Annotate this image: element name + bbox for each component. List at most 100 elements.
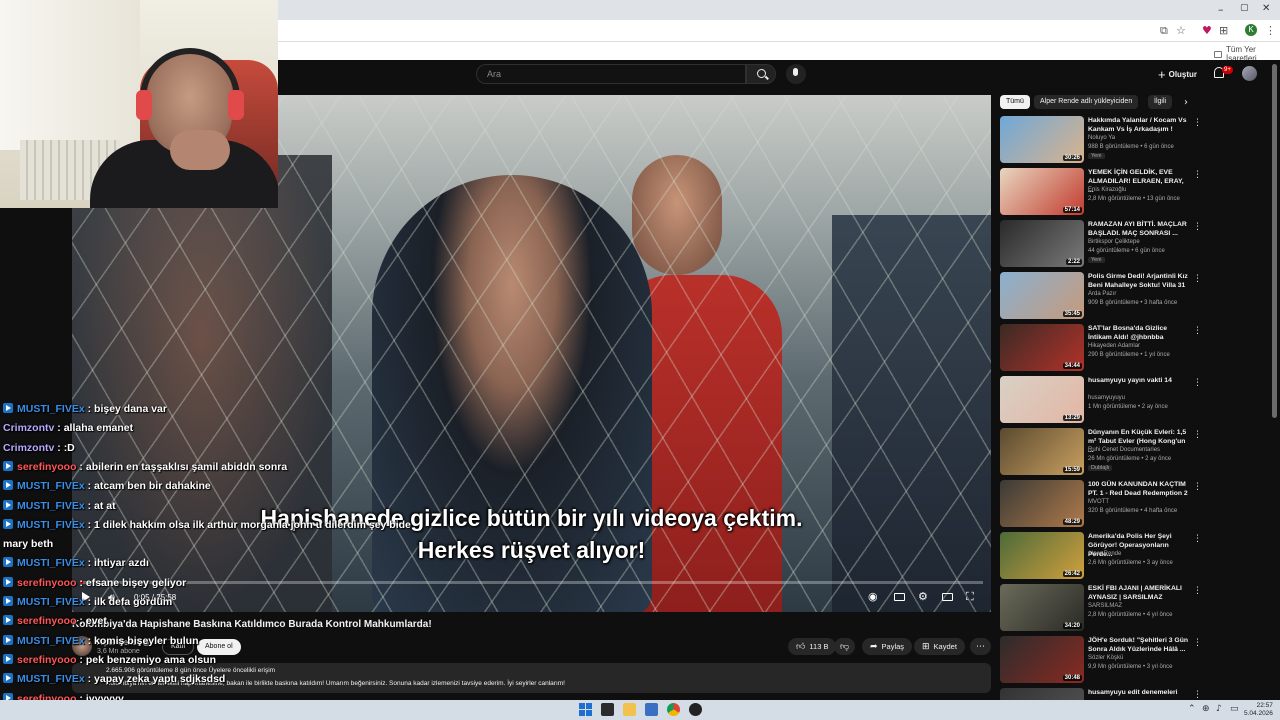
recommendation-title[interactable]: ESKİ FBI AJANI | AMERİKALI AYNASIZ | SAR… xyxy=(1088,584,1188,602)
recommendation-item[interactable]: 30:48 JÖH'e Sorduk! "Şehitleri 3 Gün Sonr… xyxy=(1000,636,1202,684)
video-thumbnail[interactable]: 26:42 xyxy=(1000,532,1084,579)
recommendation-channel[interactable]: SARSILMAZ xyxy=(1088,603,1122,609)
video-thumbnail[interactable]: 30:48 xyxy=(1000,636,1084,683)
more-vertical-icon[interactable]: ⋮ xyxy=(1193,378,1202,388)
search-button[interactable] xyxy=(746,64,776,84)
platform-icon xyxy=(3,673,13,684)
chip-related[interactable]: İlgili xyxy=(1148,95,1173,109)
voice-search-icon[interactable] xyxy=(786,64,806,84)
store-icon[interactable] xyxy=(645,703,658,716)
video-thumbnail[interactable]: 48:29 xyxy=(1000,480,1084,527)
video-thumbnail[interactable]: 13:29 xyxy=(1000,376,1084,423)
recommendation-item[interactable]: 15:59 Dünyanın En Küçük Evleri: 1,5 m² Ta… xyxy=(1000,428,1202,476)
more-vertical-icon[interactable]: ⋮ xyxy=(1193,222,1202,232)
recommendation-item[interactable]: 57:14 YEMEK İÇİN GELDİK, EVE ALMADILAR! E… xyxy=(1000,168,1202,216)
video-thumbnail[interactable]: 35:45 xyxy=(1000,272,1084,319)
chrome-icon[interactable] xyxy=(667,703,680,716)
recommendation-channel[interactable]: Ruhi Cenet Documentaries xyxy=(1088,447,1160,453)
more-vertical-icon[interactable]: ⋮ xyxy=(1193,482,1202,492)
dislike-button[interactable]: 👎︎ xyxy=(834,638,856,655)
more-vertical-icon[interactable]: ⋮ xyxy=(1193,586,1202,596)
more-vertical-icon[interactable]: ⋮ xyxy=(1193,430,1202,440)
recommendation-item[interactable]: 35:45 Polis Girme Dedi! Arjantinli Kız Be… xyxy=(1000,272,1202,320)
recommendation-title[interactable]: 100 GÜN KANUNDAN KAÇTIM PT. 1 - Red Dead… xyxy=(1088,480,1188,498)
subtitles-icon[interactable] xyxy=(894,593,905,601)
cast-icon[interactable]: ⧉ xyxy=(1160,24,1168,38)
recommendation-item[interactable]: 34:44 SAT'lar Bosna'da Gizlice İntikam Al… xyxy=(1000,324,1202,372)
recommendation-channel[interactable]: Arda Pazır xyxy=(1088,291,1116,297)
more-vertical-icon[interactable]: ⋮ xyxy=(1193,274,1202,284)
recommendation-title[interactable]: JÖH'e Sorduk! "Şehitleri 3 Gün Sonra Ald… xyxy=(1088,636,1188,654)
more-actions-button[interactable]: ⋯ xyxy=(970,638,991,655)
video-thumbnail[interactable]: 15:59 xyxy=(1000,428,1084,475)
recommendation-channel[interactable]: Alper Rende xyxy=(1088,551,1121,557)
recommendation-title[interactable]: RAMAZAN AYI BİTTİ. MAÇLAR BAŞLADI. MAÇ S… xyxy=(1088,220,1188,238)
miniplayer-icon[interactable] xyxy=(942,593,953,601)
scrollbar[interactable] xyxy=(1272,64,1277,418)
save-button[interactable]: ⊞ Kaydet xyxy=(914,638,965,655)
more-vertical-icon[interactable]: ⋮ xyxy=(1193,118,1202,128)
recommendation-channel[interactable]: Birtikspor Çeliktepe xyxy=(1088,239,1140,245)
fullscreen-icon[interactable]: ⛶ xyxy=(966,590,974,604)
more-vertical-icon[interactable]: ⋮ xyxy=(1193,170,1202,180)
account-avatar[interactable] xyxy=(1242,66,1257,81)
chip-all[interactable]: Tümü xyxy=(1000,95,1030,109)
chat-message: mary beth xyxy=(3,538,53,550)
tray-chevron-icon[interactable]: ⌃ xyxy=(1188,704,1196,714)
recommendation-title[interactable]: Hakkımda Yalanlar / Kocam Vs Kankam Vs İ… xyxy=(1088,116,1188,134)
video-thumbnail[interactable]: 30:26 xyxy=(1000,116,1084,163)
more-vertical-icon[interactable]: ⋮ xyxy=(1193,638,1202,648)
more-vertical-icon[interactable]: ⋮ xyxy=(1193,326,1202,336)
recommendation-channel[interactable]: MVOTT xyxy=(1088,499,1109,505)
clock[interactable]: 22:57 5.04.2026 xyxy=(1244,702,1273,718)
recommendation-title[interactable]: Polis Girme Dedi! Arjantinli Kız Beni Ma… xyxy=(1088,272,1188,290)
more-vertical-icon[interactable]: ⋮ xyxy=(1193,690,1202,700)
maximize-icon[interactable]: ▢ xyxy=(1240,3,1249,13)
start-windows-icon[interactable] xyxy=(579,703,592,716)
recommendation-item[interactable]: 26:42 Amerika'da Polis Her Şeyi Görüyor! … xyxy=(1000,532,1202,580)
video-thumbnail[interactable]: 34:44 xyxy=(1000,324,1084,371)
like-button[interactable]: 👍︎ 113 B xyxy=(788,638,837,655)
recommendation-title[interactable]: SAT'lar Bosna'da Gizlice İntikam Aldı! @… xyxy=(1088,324,1188,342)
recommendation-meta: 320 B görüntüleme • 4 hafta önce xyxy=(1088,508,1178,514)
recommendation-item[interactable]: 2:22 RAMAZAN AYI BİTTİ. MAÇLAR BAŞLADI. M… xyxy=(1000,220,1202,268)
recommendation-channel[interactable]: Enis Kirazoğlu xyxy=(1088,187,1126,193)
bookmark-star-icon[interactable]: ☆ xyxy=(1176,24,1186,37)
recommendation-item[interactable]: 13:29 husamyuyu yayın vakti 14 husamyuyuyu… xyxy=(1000,376,1202,424)
recommendation-title[interactable]: husamyuyu yayın vakti 14 xyxy=(1088,376,1188,385)
more-vertical-icon[interactable]: ⋮ xyxy=(1193,534,1202,544)
task-view-icon[interactable] xyxy=(601,703,614,716)
minimize-icon[interactable]: – xyxy=(1218,3,1224,16)
settings-gear-icon[interactable]: ⚙ xyxy=(918,590,928,603)
recommendation-channel[interactable]: Noluyo Ya xyxy=(1088,135,1115,141)
obs-icon[interactable] xyxy=(689,703,702,716)
share-button[interactable]: ➦ Paylaş xyxy=(862,638,913,655)
menu-dots-icon[interactable]: ⋮ xyxy=(1265,24,1276,37)
chip-uploader[interactable]: Alper Rende adlı yükleyiciden xyxy=(1034,95,1139,109)
recommendation-item[interactable]: 30:26 Hakkımda Yalanlar / Kocam Vs Kankam… xyxy=(1000,116,1202,164)
video-thumbnail[interactable]: 57:14 xyxy=(1000,168,1084,215)
file-explorer-icon[interactable] xyxy=(623,703,636,716)
battery-icon[interactable]: ▭ xyxy=(1230,704,1239,714)
recommendation-item[interactable]: 48:29 100 GÜN KANUNDAN KAÇTIM PT. 1 - Red… xyxy=(1000,480,1202,528)
chevron-right-icon[interactable]: › xyxy=(1184,97,1188,108)
network-icon[interactable]: ⊕ xyxy=(1202,704,1210,714)
autoplay-icon[interactable]: ◉ xyxy=(868,590,878,603)
extension-icon[interactable]: ♥ xyxy=(1202,24,1212,37)
video-thumbnail[interactable]: 2:22 xyxy=(1000,220,1084,267)
create-button[interactable]: + Oluştur xyxy=(1158,66,1197,82)
close-icon[interactable]: ✕ xyxy=(1262,3,1270,14)
recommendation-channel[interactable]: Sözler Köşkü xyxy=(1088,655,1123,661)
puzzle-icon[interactable]: ⊞ xyxy=(1219,24,1228,37)
recommendation-channel[interactable]: Hikayeden Adamlar xyxy=(1088,343,1140,349)
volume-tray-icon[interactable]: ♪ xyxy=(1216,704,1222,714)
chat-separator: : xyxy=(84,673,95,686)
recommendation-channel[interactable]: husamyuyuyu xyxy=(1088,395,1125,401)
video-duration: 35:45 xyxy=(1062,311,1082,317)
search-input[interactable]: Ara xyxy=(476,64,746,84)
video-thumbnail[interactable]: 34:20 xyxy=(1000,584,1084,631)
profile-avatar[interactable]: K xyxy=(1245,24,1257,36)
recommendation-item[interactable]: 34:20 ESKİ FBI AJANI | AMERİKALI AYNASIZ … xyxy=(1000,584,1202,632)
webcam-streamer-hand xyxy=(170,130,230,170)
recommendation-title[interactable]: husamyuyu edit denemeleri xyxy=(1088,688,1188,697)
